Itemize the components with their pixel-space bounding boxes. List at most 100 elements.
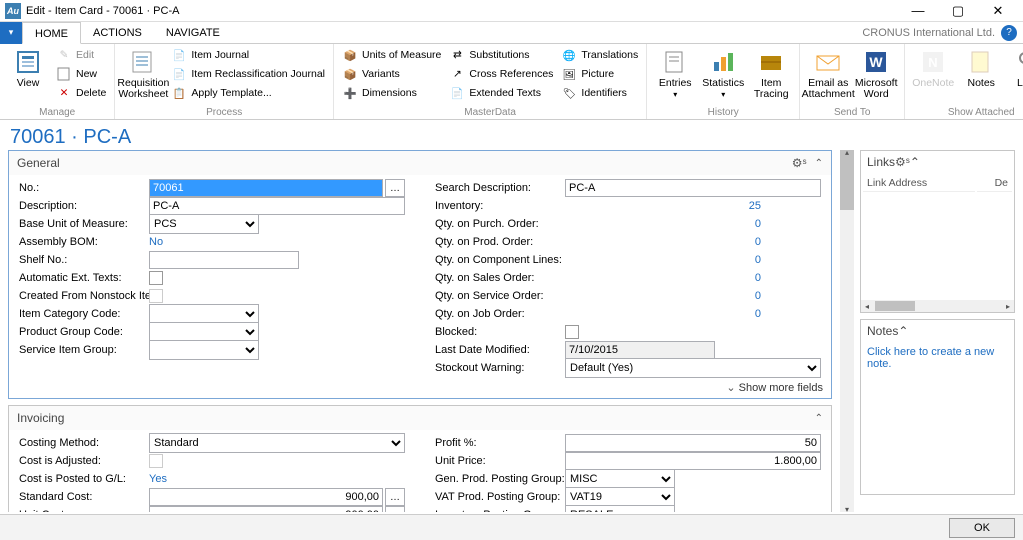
identifiers-button[interactable]: 🏷Identifiers	[557, 84, 642, 102]
translations-icon: 🌐	[561, 47, 577, 63]
new-icon	[56, 66, 72, 82]
assembly-bom-link[interactable]: No	[149, 236, 163, 248]
tab-actions[interactable]: ACTIONS	[81, 22, 154, 44]
unitprice-label: Unit Price:	[435, 455, 565, 467]
unitcost-label: Unit Cost:	[19, 509, 149, 512]
baseuom-label: Base Unit of Measure:	[19, 218, 149, 230]
baseuom-select[interactable]: PCS	[149, 214, 259, 234]
qtypurch-value[interactable]: 0	[565, 218, 821, 230]
entries-button[interactable]: Entries▾	[651, 46, 699, 104]
view-button[interactable]: View	[4, 46, 52, 104]
ok-button[interactable]: OK	[949, 518, 1015, 538]
shelfno-input[interactable]	[149, 251, 299, 269]
qtyprod-value[interactable]: 0	[565, 236, 821, 248]
content-scrollbar[interactable]: ▴ ▾	[840, 150, 854, 512]
invpost-select[interactable]: RESALE	[565, 505, 675, 512]
ribbon: View ✎Edit New ✕Delete Manage Requisitio…	[0, 44, 1023, 120]
delete-button[interactable]: ✕Delete	[52, 84, 110, 102]
variants-button[interactable]: 📦Variants	[338, 65, 445, 83]
picture-button[interactable]: 🖼Picture	[557, 65, 642, 83]
gear-icon[interactable]: ⚙ˢ	[792, 156, 807, 170]
fasttab-invoicing-header[interactable]: Invoicing ⌃	[9, 406, 831, 430]
qtyjob-value[interactable]: 0	[565, 308, 821, 320]
unitcost-input[interactable]: 900,00	[149, 506, 383, 512]
searchdesc-input[interactable]	[565, 179, 821, 197]
factbox-notes-header[interactable]: Notes ⌃	[861, 320, 1014, 342]
journal-icon: 📄	[171, 47, 187, 63]
qtyservice-value[interactable]: 0	[565, 290, 821, 302]
tab-navigate[interactable]: NAVIGATE	[154, 22, 232, 44]
dimensions-button[interactable]: ➕Dimensions	[338, 84, 445, 102]
close-button[interactable]: ✕	[978, 0, 1018, 22]
stdcost-lookup-button[interactable]: …	[385, 488, 405, 506]
prodgrp-label: Product Group Code:	[19, 326, 149, 338]
svcgrp-select[interactable]	[149, 340, 259, 360]
posted-link[interactable]: Yes	[149, 473, 167, 485]
chevron-up-icon[interactable]: ⌃	[898, 324, 908, 338]
group-label-history: History	[651, 106, 795, 119]
description-input[interactable]	[149, 197, 405, 215]
substitutions-button[interactable]: ⇄Substitutions	[445, 46, 557, 64]
stockout-select[interactable]: Default (Yes)	[565, 358, 821, 378]
qtysales-value[interactable]: 0	[565, 272, 821, 284]
chevron-up-icon[interactable]: ⌃	[910, 155, 920, 169]
svg-text:N: N	[929, 55, 938, 70]
qtycomp-value[interactable]: 0	[565, 254, 821, 266]
factbox-links: Links ⚙ˢ ⌃ Link AddressDe ◂▸	[860, 150, 1015, 313]
unitcost-lookup-button[interactable]: …	[385, 506, 405, 512]
fasttab-general-header[interactable]: General ⚙ˢ ⌃	[9, 151, 831, 175]
vatprod-label: VAT Prod. Posting Group:	[435, 491, 565, 503]
maximize-button[interactable]: ▢	[938, 0, 978, 22]
subst-icon: ⇄	[449, 47, 465, 63]
file-tab[interactable]: ▾	[0, 22, 22, 44]
vatprod-select[interactable]: VAT19	[565, 487, 675, 507]
no-input[interactable]	[149, 179, 383, 197]
links-button[interactable]: Links	[1005, 46, 1023, 104]
ribbon-group-manage: View ✎Edit New ✕Delete Manage	[0, 44, 115, 119]
picture-icon: 🖼	[561, 66, 577, 82]
tab-home[interactable]: HOME	[22, 22, 81, 44]
factbox-links-header[interactable]: Links ⚙ˢ ⌃	[861, 151, 1014, 173]
email-attachment-button[interactable]: Email as Attachment	[804, 46, 852, 104]
help-icon[interactable]: ?	[1001, 25, 1017, 41]
apply-template-button[interactable]: 📋Apply Template...	[167, 84, 329, 102]
extended-texts-button[interactable]: 📄Extended Texts	[445, 84, 557, 102]
item-reclass-journal-button[interactable]: 📄Item Reclassification Journal	[167, 65, 329, 83]
create-note-link[interactable]: Click here to create a new note.	[867, 346, 994, 370]
statistics-icon	[709, 48, 737, 76]
inventory-label: Inventory:	[435, 200, 565, 212]
inventory-value[interactable]: 25	[565, 200, 821, 212]
stdcost-input[interactable]: 900,00	[149, 488, 383, 506]
new-button[interactable]: New	[52, 65, 110, 83]
group-label-masterdata: MasterData	[338, 106, 642, 119]
chevron-up-icon[interactable]: ⌃	[815, 413, 823, 424]
costing-select[interactable]: Standard	[149, 433, 405, 453]
show-more-fields[interactable]: Show more fields	[9, 379, 831, 398]
item-journal-button[interactable]: 📄Item Journal	[167, 46, 329, 64]
links-hscrollbar[interactable]: ◂▸	[861, 300, 1014, 312]
requisition-worksheet-button[interactable]: Requisition Worksheet	[119, 46, 167, 104]
reclass-icon: 📄	[171, 66, 187, 82]
itemcat-select[interactable]	[149, 304, 259, 324]
notes-button[interactable]: Notes	[957, 46, 1005, 104]
chevron-up-icon[interactable]: ⌃	[815, 158, 823, 169]
statistics-button[interactable]: Statistics▾	[699, 46, 747, 104]
item-tracing-button[interactable]: Item Tracing	[747, 46, 795, 104]
microsoft-word-button[interactable]: W Microsoft Word	[852, 46, 900, 104]
posted-label: Cost is Posted to G/L:	[19, 473, 149, 485]
cross-references-button[interactable]: ↗Cross References	[445, 65, 557, 83]
blocked-checkbox[interactable]	[565, 325, 579, 339]
nonstock-checkbox	[149, 289, 163, 303]
links-list[interactable]: ◂▸	[861, 194, 1014, 312]
minimize-button[interactable]: —	[898, 0, 938, 22]
genprod-select[interactable]: MISC	[565, 469, 675, 489]
units-of-measure-button[interactable]: 📦Units of Measure	[338, 46, 445, 64]
gear-icon[interactable]: ⚙ˢ	[895, 155, 910, 169]
prodgrp-select[interactable]	[149, 322, 259, 342]
no-lookup-button[interactable]: …	[385, 179, 405, 197]
unitprice-input[interactable]: 1.800,00	[565, 452, 821, 470]
autoext-checkbox[interactable]	[149, 271, 163, 285]
ribbon-group-sendto: Email as Attachment W Microsoft Word Sen…	[800, 44, 905, 119]
profit-input[interactable]: 50	[565, 434, 821, 452]
translations-button[interactable]: 🌐Translations	[557, 46, 642, 64]
